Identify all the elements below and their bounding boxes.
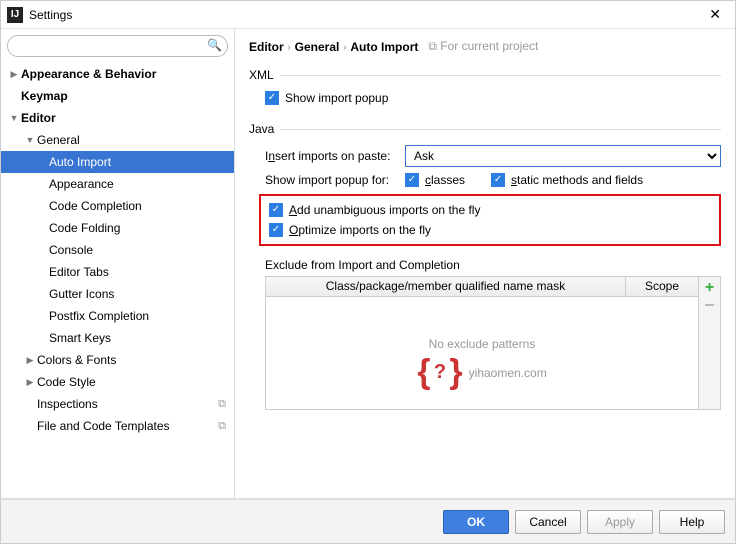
close-icon[interactable]: ✕ bbox=[701, 6, 729, 23]
exclude-table: Class/package/member qualified name mask… bbox=[265, 276, 721, 410]
label-add-unambiguous: Add unambiguous imports on the fly bbox=[289, 203, 480, 217]
tree-appearance-behavior[interactable]: ▶Appearance & Behavior bbox=[1, 63, 234, 85]
col-scope[interactable]: Scope bbox=[626, 277, 698, 296]
label-popup-for: Show import popup for: bbox=[265, 173, 399, 187]
search-icon: 🔍 bbox=[207, 38, 222, 52]
apply-button[interactable]: Apply bbox=[587, 510, 653, 534]
tree-console[interactable]: Console bbox=[1, 239, 234, 261]
cancel-button[interactable]: Cancel bbox=[515, 510, 581, 534]
label-optimize: Optimize imports on the fly bbox=[289, 223, 431, 237]
tree-code-completion[interactable]: Code Completion bbox=[1, 195, 234, 217]
tree-editor[interactable]: ▼Editor bbox=[1, 107, 234, 129]
app-icon: IJ bbox=[7, 7, 23, 23]
label-xml-show-popup: Show import popup bbox=[285, 91, 388, 105]
tree-file-code-templates[interactable]: File and Code Templates⧉ bbox=[1, 415, 234, 437]
tree-postfix-completion[interactable]: Postfix Completion bbox=[1, 305, 234, 327]
search-input[interactable] bbox=[7, 35, 228, 57]
tree-keymap[interactable]: Keymap bbox=[1, 85, 234, 107]
ok-button[interactable]: OK bbox=[443, 510, 509, 534]
tree-smart-keys[interactable]: Smart Keys bbox=[1, 327, 234, 349]
tree-auto-import[interactable]: Auto Import bbox=[1, 151, 234, 173]
tree-general[interactable]: ▼General bbox=[1, 129, 234, 151]
chevron-down-icon: ▼ bbox=[7, 113, 21, 123]
chevron-right-icon: ▶ bbox=[23, 377, 37, 388]
label-static: static methods and fields bbox=[511, 173, 643, 187]
chevron-down-icon: ▼ bbox=[23, 135, 37, 145]
project-icon: ⧉ bbox=[218, 420, 226, 433]
watermark: { }? yihaomen.com bbox=[417, 353, 546, 392]
tree-editor-tabs[interactable]: Editor Tabs bbox=[1, 261, 234, 283]
tree-colors-fonts[interactable]: ▶Colors & Fonts bbox=[1, 349, 234, 371]
tree-code-folding[interactable]: Code Folding bbox=[1, 217, 234, 239]
select-insert-imports[interactable]: Ask bbox=[405, 145, 721, 167]
group-xml: XML bbox=[249, 68, 280, 82]
col-qualified-name[interactable]: Class/package/member qualified name mask bbox=[266, 277, 626, 296]
label-exclude: Exclude from Import and Completion bbox=[265, 258, 721, 272]
chevron-right-icon: ▶ bbox=[23, 355, 37, 366]
tree-code-style[interactable]: ▶Code Style bbox=[1, 371, 234, 393]
empty-text: No exclude patterns bbox=[429, 337, 536, 351]
settings-tree[interactable]: ▶Appearance & Behavior Keymap ▼Editor ▼G… bbox=[1, 63, 234, 498]
tree-inspections[interactable]: Inspections⧉ bbox=[1, 393, 234, 415]
chevron-right-icon: ▶ bbox=[7, 69, 21, 80]
highlight-annotation: ✓ Add unambiguous imports on the fly ✓ O… bbox=[259, 194, 721, 246]
remove-button: − bbox=[704, 299, 715, 311]
project-icon: ⧉ bbox=[428, 39, 437, 53]
tree-gutter-icons[interactable]: Gutter Icons bbox=[1, 283, 234, 305]
label-insert-imports: Insert imports on paste: bbox=[265, 149, 399, 163]
tree-appearance[interactable]: Appearance bbox=[1, 173, 234, 195]
label-classes: classes bbox=[425, 173, 465, 187]
group-java: Java bbox=[249, 122, 280, 136]
checkbox-classes[interactable]: ✓ bbox=[405, 173, 419, 187]
breadcrumb: Editor› General› Auto Import ⧉ For curre… bbox=[249, 39, 721, 64]
window-title: Settings bbox=[29, 8, 701, 22]
checkbox-optimize[interactable]: ✓ bbox=[269, 223, 283, 237]
project-icon: ⧉ bbox=[218, 398, 226, 411]
checkbox-static[interactable]: ✓ bbox=[491, 173, 505, 187]
checkbox-add-unambiguous[interactable]: ✓ bbox=[269, 203, 283, 217]
checkbox-xml-show-popup[interactable]: ✓ bbox=[265, 91, 279, 105]
help-button[interactable]: Help bbox=[659, 510, 725, 534]
